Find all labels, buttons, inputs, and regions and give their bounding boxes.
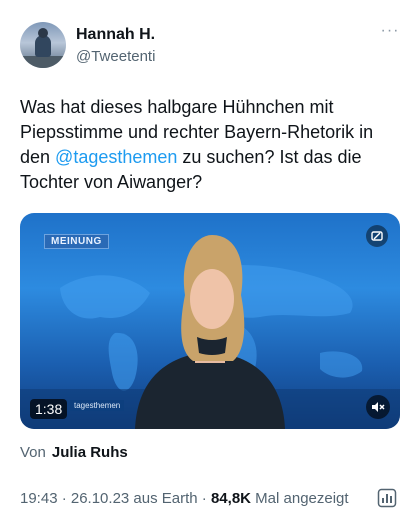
presenter-figure: [135, 235, 285, 429]
video-player[interactable]: MEINUNG 1:38 tagesthemen: [20, 213, 400, 429]
tweet-meta: 19:43 · 26.10.23 aus Earth · 84,8K Mal a…: [20, 490, 349, 507]
author-handle[interactable]: @Tweetenti: [76, 48, 155, 65]
timestamp[interactable]: 19:43 · 26.10.23 aus Earth ·: [20, 490, 211, 507]
picture-in-picture-icon[interactable]: [366, 225, 388, 247]
views-label: Mal angezeigt: [251, 490, 349, 507]
meinung-badge: MEINUNG: [44, 234, 109, 249]
tweet-text: Was hat dieses halbgare Hühnchen mit Pie…: [20, 95, 400, 195]
tagesthemen-logo: tagesthemen: [70, 400, 125, 411]
video-credit: Von Julia Ruhs: [20, 444, 128, 461]
credit-author-link[interactable]: Julia Ruhs: [52, 444, 128, 461]
mention-link[interactable]: @tagesthemen: [55, 147, 177, 167]
more-dots-icon[interactable]: ···: [380, 23, 400, 40]
avatar[interactable]: [20, 22, 66, 68]
tweet-header: Hannah H. @Tweetenti ···: [20, 22, 400, 70]
credit-prefix: Von: [20, 444, 46, 461]
author-name[interactable]: Hannah H.: [76, 26, 155, 44]
post-analytics-icon[interactable]: [376, 487, 398, 509]
speaker-muted-icon[interactable]: [366, 395, 390, 419]
video-duration: 1:38: [30, 399, 68, 419]
view-count: 84,8K: [210, 490, 251, 507]
